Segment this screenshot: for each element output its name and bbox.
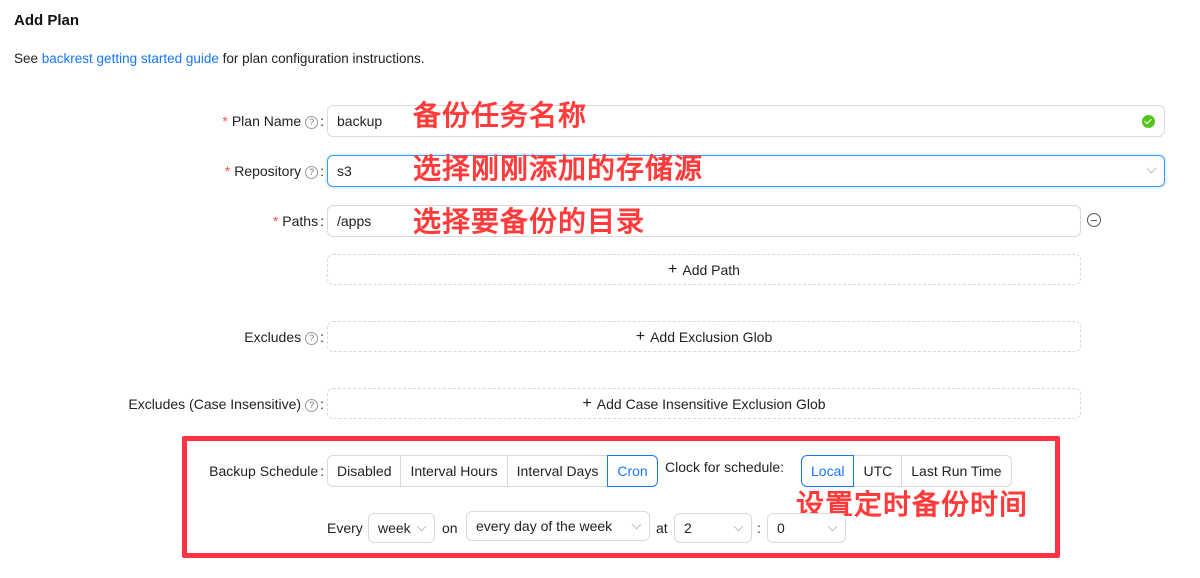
minus-circle-icon[interactable] — [1087, 213, 1101, 227]
time-separator: : — [757, 520, 761, 536]
schedule-option-cron[interactable]: Cron — [607, 455, 658, 487]
colon: : — [320, 396, 324, 412]
clock-option-local[interactable]: Local — [801, 455, 855, 487]
add-path-label: Add Path — [682, 261, 740, 278]
intro-prefix: See — [14, 51, 42, 66]
intro-suffix: for plan configuration instructions. — [218, 51, 425, 66]
plan-name-value: backup — [337, 113, 383, 129]
hour-select[interactable]: 2 — [674, 513, 752, 543]
check-circle-icon — [1142, 115, 1155, 128]
clock-label: Clock for schedule: — [665, 459, 785, 475]
label-text: Paths — [282, 213, 319, 229]
page-title: Add Plan — [14, 12, 80, 29]
colon: : — [320, 113, 324, 129]
on-label: on — [442, 520, 458, 536]
label-text: Excludes (Case Insensitive) — [128, 396, 302, 412]
colon: : — [320, 213, 324, 229]
every-label: Every — [327, 520, 363, 536]
chevron-down-icon — [827, 521, 838, 532]
repository-label: * Repository?: — [225, 163, 324, 179]
minute-select[interactable]: 0 — [767, 513, 846, 543]
annotation-repository: 选择刚刚添加的存储源 — [413, 152, 704, 185]
add-ci-exclusion-button[interactable]: + Add Case Insensitive Exclusion Glob — [327, 388, 1081, 419]
at-label: at — [656, 520, 668, 536]
colon: : — [320, 329, 324, 345]
chevron-down-icon — [1146, 163, 1157, 174]
plan-name-label: * Plan Name?: — [222, 113, 324, 129]
plus-icon: + — [582, 394, 592, 412]
label-text: Excludes — [244, 329, 302, 345]
minute-value: 0 — [777, 520, 785, 536]
period-value: week — [378, 520, 411, 536]
annotation-plan-name: 备份任务名称 — [413, 99, 588, 132]
add-exclusion-button[interactable]: + Add Exclusion Glob — [327, 321, 1081, 352]
paths-label: * Paths: — [273, 213, 324, 229]
required-mark: * — [272, 213, 279, 229]
add-path-button[interactable]: + Add Path — [327, 254, 1081, 285]
help-icon[interactable]: ? — [305, 166, 319, 179]
repository-value: s3 — [337, 163, 352, 179]
colon: : — [320, 163, 324, 179]
chevron-down-icon — [733, 521, 744, 532]
backup-schedule-label: Backup Schedule: — [209, 463, 324, 479]
getting-started-link[interactable]: backrest getting started guide — [42, 51, 219, 66]
chevron-down-icon — [631, 519, 642, 530]
required-mark: * — [224, 163, 231, 179]
intro-text: See backrest getting started guide for p… — [14, 51, 425, 66]
hour-value: 2 — [684, 520, 692, 536]
excludes-ci-label: Excludes (Case Insensitive)?: — [128, 396, 324, 412]
help-icon[interactable]: ? — [305, 116, 319, 129]
required-mark: * — [222, 113, 228, 129]
plus-icon: + — [668, 260, 678, 278]
add-ci-exclusion-label: Add Case Insensitive Exclusion Glob — [596, 395, 826, 412]
schedule-type-segmented: Disabled Interval Hours Interval Days Cr… — [327, 455, 658, 487]
colon: : — [320, 463, 324, 479]
schedule-option-disabled[interactable]: Disabled — [327, 455, 402, 487]
label-text: Backup Schedule — [209, 463, 319, 479]
plus-icon: + — [635, 327, 646, 345]
annotation-paths: 选择要备份的目录 — [413, 205, 646, 238]
day-value: every day of the week — [476, 518, 613, 534]
help-icon[interactable]: ? — [305, 332, 319, 345]
help-icon[interactable]: ? — [305, 399, 319, 412]
label-text: Repository — [234, 163, 302, 179]
label-text: Plan Name — [231, 113, 302, 129]
excludes-label: Excludes?: — [244, 329, 324, 345]
chevron-down-icon — [416, 521, 427, 532]
schedule-option-interval-days[interactable]: Interval Days — [506, 455, 609, 487]
schedule-option-interval-hours[interactable]: Interval Hours — [400, 455, 508, 487]
add-exclusion-label: Add Exclusion Glob — [650, 328, 773, 345]
day-select[interactable]: every day of the week — [466, 511, 650, 541]
period-select[interactable]: week — [368, 513, 435, 543]
path-value: /apps — [337, 213, 372, 229]
